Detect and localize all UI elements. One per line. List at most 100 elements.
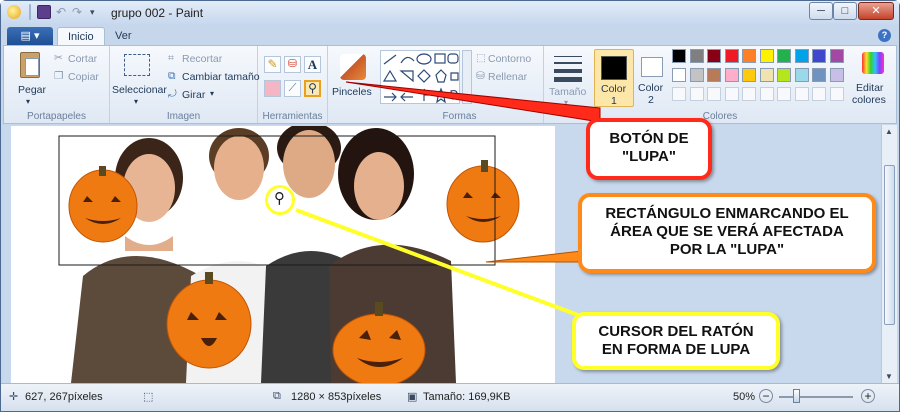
zoom-level: 50% xyxy=(733,391,756,403)
shapes-gallery[interactable] xyxy=(380,50,460,104)
callout-cursor-line1: CURSOR DEL RATÓN xyxy=(598,323,754,340)
shapes-scroll[interactable] xyxy=(462,50,472,104)
image-group: Seleccionar ▾ ⌗ Recortar ⧉ Cambiar tamañ… xyxy=(110,46,260,123)
tab-home[interactable]: Inicio xyxy=(57,27,105,45)
window-title: grupo 002 - Paint xyxy=(111,6,204,20)
undo-icon[interactable]: ↶ xyxy=(56,5,70,19)
tools-group: ✎ ⛁ A ⟋ ⚲ Herramientas xyxy=(258,46,328,123)
zoom-slider-track[interactable] xyxy=(779,396,853,398)
select-chevron-icon: ▾ xyxy=(134,97,139,106)
file-menu-button[interactable]: ▤ ▾ xyxy=(7,27,53,45)
photo-illustration xyxy=(58,126,520,383)
palette-swatch[interactable] xyxy=(742,49,756,63)
scroll-up-icon[interactable]: ▲ xyxy=(885,127,893,136)
shapes-gallery-icons xyxy=(382,53,459,104)
zoom-out-button[interactable]: − xyxy=(759,389,773,403)
scroll-thumb[interactable] xyxy=(884,165,895,325)
size-line-4 xyxy=(554,77,582,82)
palette-swatch[interactable] xyxy=(707,87,721,101)
palette-swatch[interactable] xyxy=(794,49,809,63)
redo-icon[interactable]: ↷ xyxy=(72,5,86,19)
rotate-chevron-icon: ▾ xyxy=(210,89,215,98)
color1-button[interactable]: Color 1 xyxy=(594,49,634,107)
save-icon[interactable] xyxy=(37,5,51,19)
file-size: Tamaño: 169,9KB xyxy=(423,391,511,403)
rotate-icon: ⤾ xyxy=(168,88,177,100)
fill-bucket-icon[interactable]: ⛁ xyxy=(284,56,301,73)
minimize-button[interactable]: ─ xyxy=(809,2,833,20)
disk-icon: ▣ xyxy=(407,391,418,403)
copy-button[interactable]: ❐ Copiar xyxy=(54,70,106,86)
palette-swatch[interactable] xyxy=(829,87,844,101)
color-picker-icon[interactable]: ⟋ xyxy=(284,80,301,97)
text-tool-icon[interactable]: A xyxy=(304,56,321,73)
color-palette xyxy=(672,49,850,107)
close-button[interactable]: ✕ xyxy=(858,2,894,20)
zoom-slider-thumb[interactable] xyxy=(793,389,800,403)
rotate-button[interactable]: ⤾ Girar ▾ xyxy=(168,88,228,104)
paint-app-icon[interactable] xyxy=(7,5,21,19)
crop-button[interactable]: ⌗ Recortar xyxy=(168,52,254,68)
image-canvas[interactable]: ⚲ xyxy=(11,126,555,383)
palette-swatch[interactable] xyxy=(742,68,756,82)
callout-rectangle-line1: RECTÁNGULO ENMARCANDO EL xyxy=(605,205,849,222)
size-line-3 xyxy=(554,69,582,73)
size-button[interactable]: Tamaño ▾ xyxy=(548,52,588,110)
paste-button[interactable]: Pegar ▾ xyxy=(12,50,50,108)
palette-swatch[interactable] xyxy=(689,68,704,82)
paste-sheet-icon xyxy=(25,58,39,76)
palette-swatch[interactable] xyxy=(777,68,791,82)
tab-view[interactable]: Ver xyxy=(105,27,142,45)
palette-swatch[interactable] xyxy=(672,87,686,101)
palette-swatch[interactable] xyxy=(759,49,774,63)
title-separator xyxy=(29,4,31,20)
shapes-group: ⬚ Contorno ⛁ Rellenar Formas xyxy=(376,46,544,123)
pencil-icon[interactable]: ✎ xyxy=(264,56,281,73)
edit-colors-button[interactable]: Editar colores xyxy=(852,50,894,108)
select-button[interactable]: Seleccionar ▾ xyxy=(112,50,167,108)
magnifier-button[interactable]: ⚲ xyxy=(304,80,321,97)
palette-swatch[interactable] xyxy=(794,68,809,82)
vertical-scrollbar[interactable]: ▲ ▼ xyxy=(881,125,897,383)
cut-button[interactable]: ✂ Cortar xyxy=(54,52,106,68)
help-icon[interactable]: ? xyxy=(878,29,891,42)
palette-swatch[interactable] xyxy=(777,49,791,63)
palette-swatch[interactable] xyxy=(724,49,739,63)
palette-swatch[interactable] xyxy=(724,87,739,101)
palette-swatch[interactable] xyxy=(812,87,826,101)
palette-swatch[interactable] xyxy=(724,68,739,82)
palette-swatch[interactable] xyxy=(689,87,704,101)
palette-swatch[interactable] xyxy=(742,87,756,101)
crop-label: Recortar xyxy=(182,53,223,65)
palette-swatch[interactable] xyxy=(689,49,704,63)
palette-swatch[interactable] xyxy=(794,87,809,101)
zoom-in-button[interactable]: + xyxy=(861,389,875,403)
palette-swatch[interactable] xyxy=(829,49,844,63)
palette-swatch[interactable] xyxy=(672,68,686,82)
resize-button[interactable]: ⧉ Cambiar tamaño xyxy=(168,70,260,86)
rainbow-icon xyxy=(862,52,884,74)
palette-swatch[interactable] xyxy=(759,87,774,101)
fill-button[interactable]: ⛁ Rellenar xyxy=(476,70,542,86)
copy-label: Copiar xyxy=(68,71,99,83)
maximize-button[interactable]: □ xyxy=(833,2,857,20)
scroll-down-icon[interactable]: ▼ xyxy=(885,372,893,381)
palette-swatch[interactable] xyxy=(829,68,844,82)
brushes-button[interactable]: Pinceles xyxy=(332,52,374,98)
palette-swatch[interactable] xyxy=(672,49,686,63)
edit-colors-label-2: colores xyxy=(852,94,886,106)
eraser-icon[interactable] xyxy=(264,80,281,97)
color2-button[interactable]: Color 2 xyxy=(636,49,670,107)
customize-qat-icon[interactable]: ▾ xyxy=(90,5,104,19)
size-line-2 xyxy=(554,62,582,64)
size-group: Tamaño ▾ xyxy=(544,46,590,123)
outline-button[interactable]: ⬚ Contorno xyxy=(476,52,542,68)
palette-swatch[interactable] xyxy=(812,49,826,63)
palette-swatch[interactable] xyxy=(759,68,774,82)
palette-swatch[interactable] xyxy=(777,87,791,101)
palette-swatch[interactable] xyxy=(812,68,826,82)
color2-swatch xyxy=(641,57,663,77)
resize-icon: ⧉ xyxy=(168,70,176,82)
palette-swatch[interactable] xyxy=(707,68,721,82)
palette-swatch[interactable] xyxy=(707,49,721,63)
